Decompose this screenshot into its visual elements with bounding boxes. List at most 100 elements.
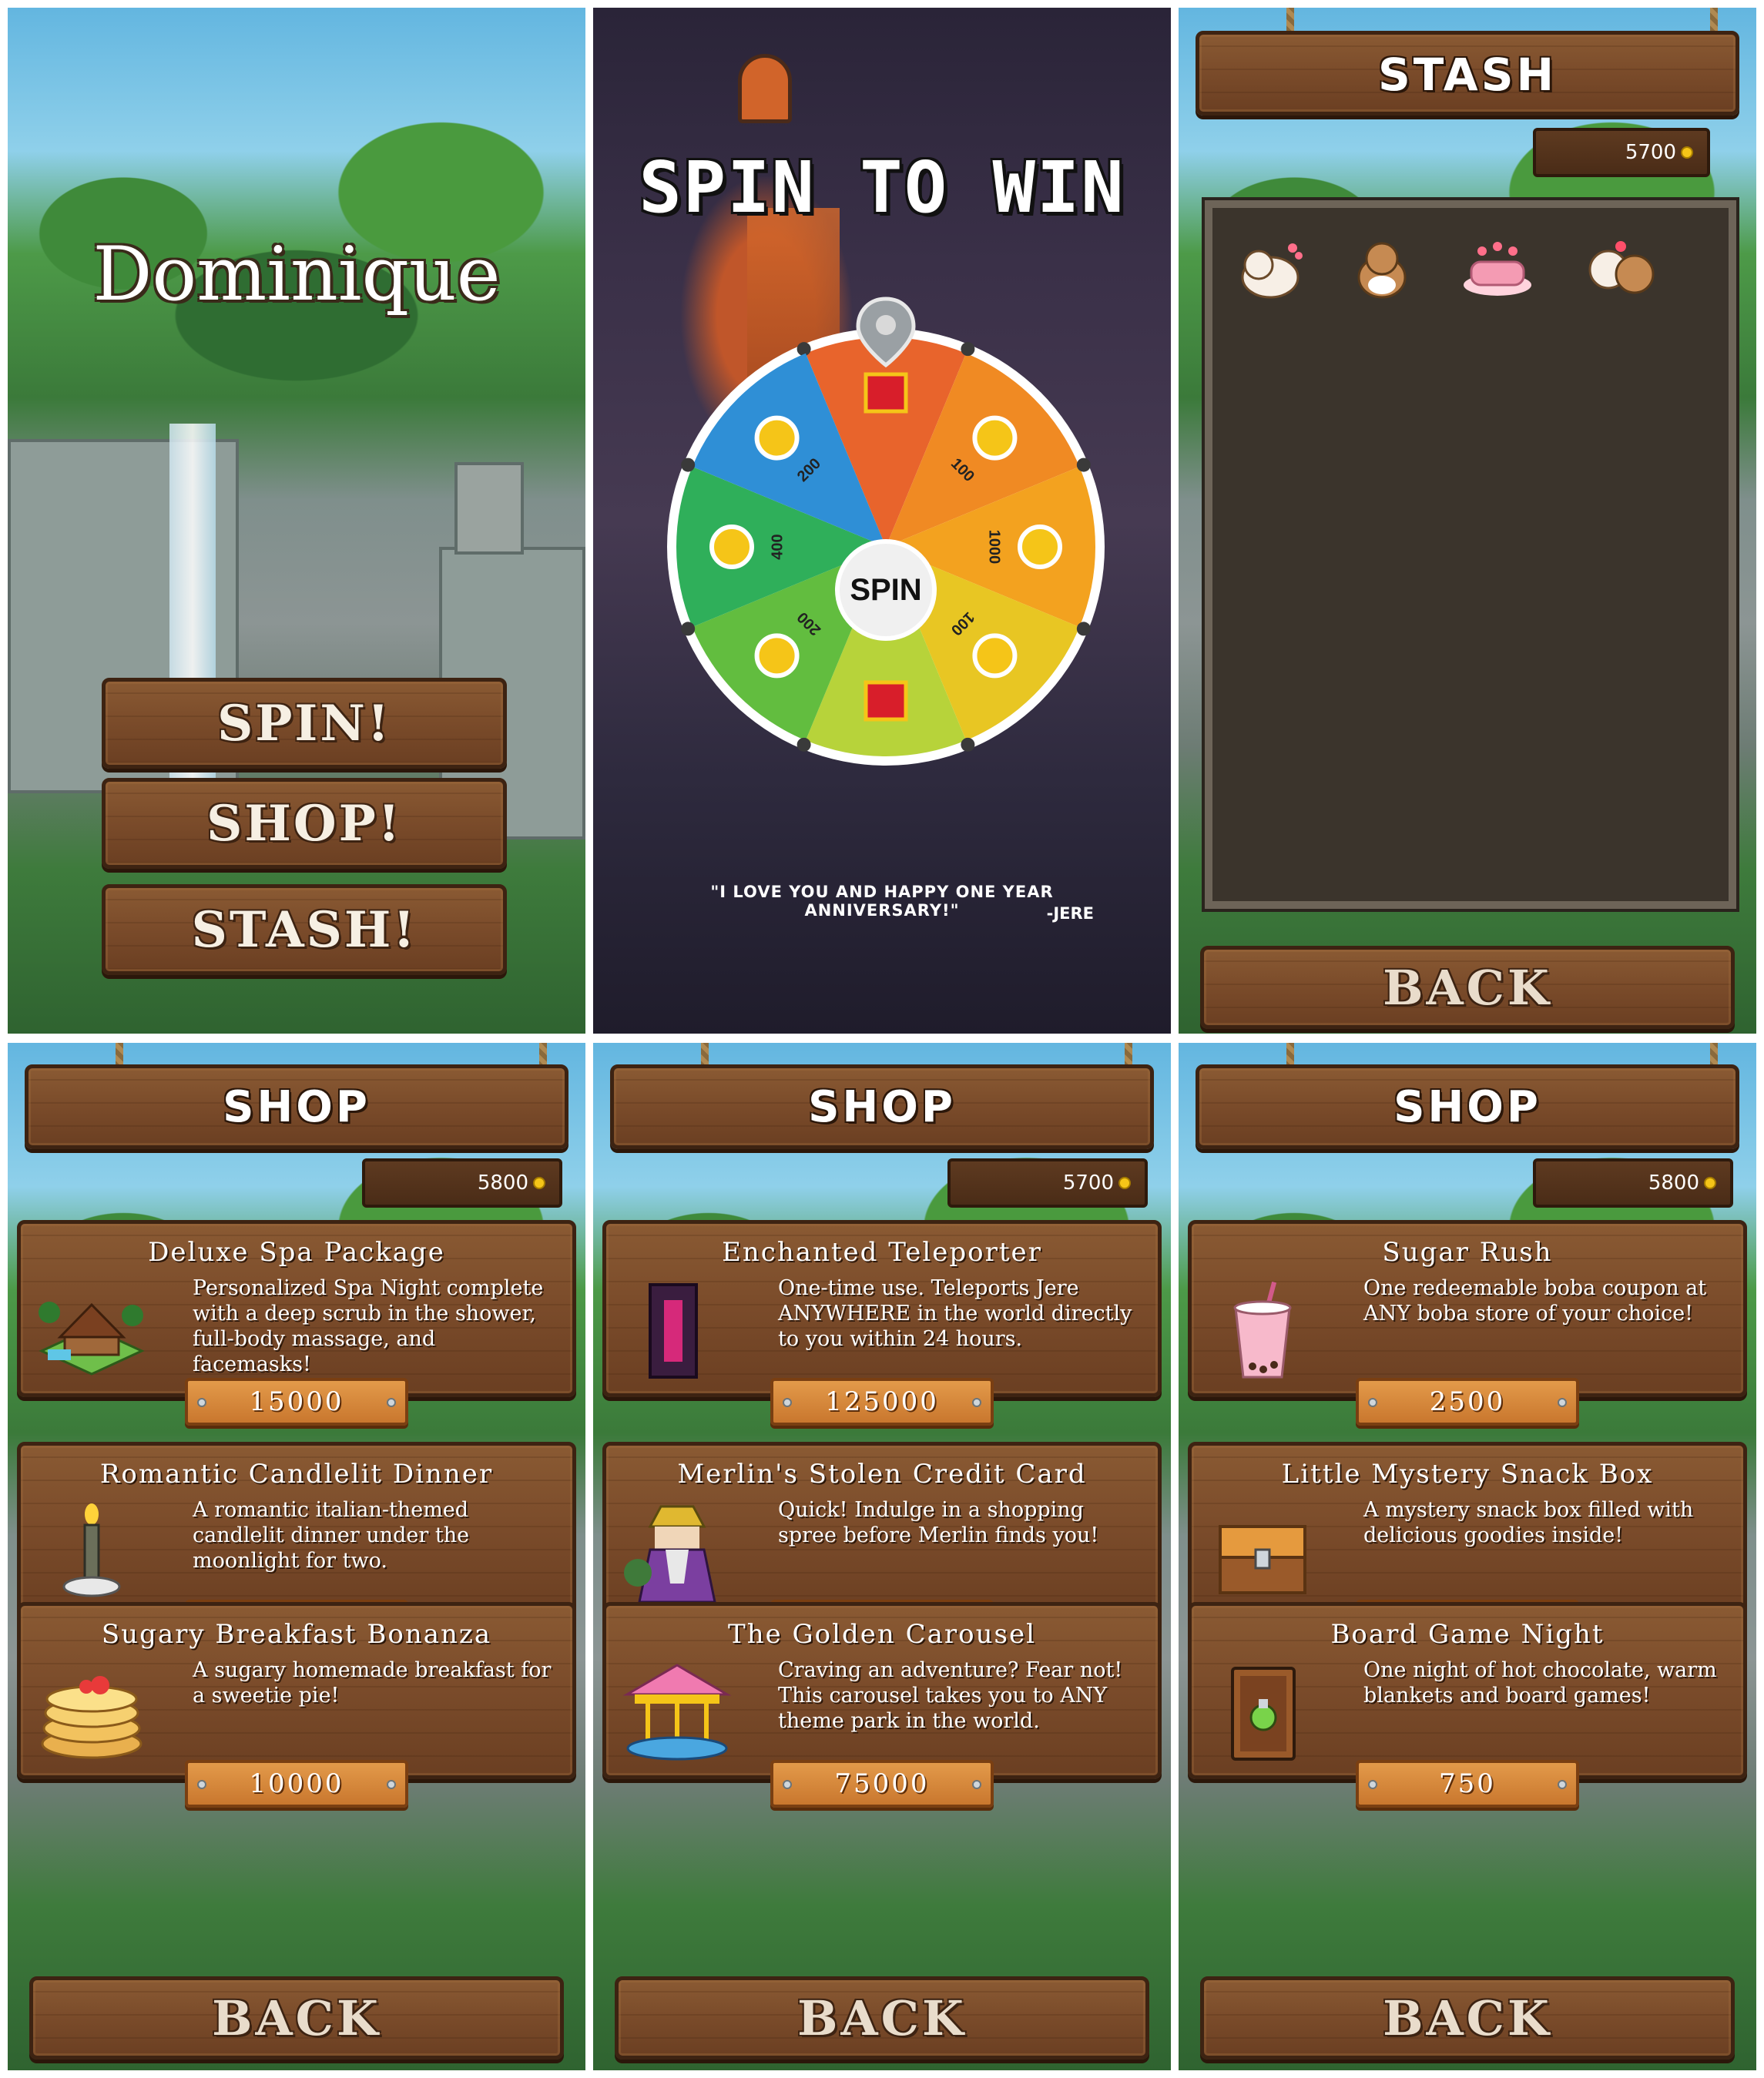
- shop-item-card: The Golden Carousel Craving an adventure?…: [602, 1602, 1162, 1810]
- stash-back-button[interactable]: BACK: [1200, 946, 1735, 1029]
- wheel-peg: [796, 737, 811, 752]
- bears-cuddle-sticker-icon[interactable]: [1351, 239, 1413, 300]
- bolt-icon: [1368, 1780, 1377, 1789]
- shop-back-label: BACK: [1383, 1989, 1552, 2046]
- coin-balance-value: 5800: [477, 1171, 528, 1195]
- gift-icon: [864, 372, 908, 414]
- shop-item-name: Board Game Night: [1330, 1619, 1605, 1650]
- wheel-peg: [961, 342, 975, 357]
- message-signature: -JERE: [1046, 904, 1094, 923]
- spa-house-icon: [34, 1282, 149, 1382]
- shop-item-price: 125000: [825, 1386, 939, 1417]
- shop-title: SHOP: [808, 1082, 956, 1132]
- boba-icon: [1205, 1282, 1320, 1382]
- coin-balance-value: 5700: [1625, 141, 1676, 164]
- potion-card-icon: [1205, 1664, 1320, 1764]
- coin-icon: [754, 415, 800, 461]
- spin-title: SPIN TO WIN: [639, 146, 1125, 229]
- shop-item-name: Enchanted Teleporter: [722, 1237, 1042, 1268]
- bolt-icon: [197, 1398, 206, 1407]
- coin-icon: [1118, 1177, 1131, 1189]
- bolt-icon: [197, 1780, 206, 1789]
- shop-item-card: Board Game Night One night of hot chocola…: [1188, 1602, 1747, 1810]
- wheel-segment-label: 400: [769, 534, 786, 559]
- game-title: Dominique: [92, 231, 501, 317]
- shop-item-name: Sugar Rush: [1382, 1237, 1553, 1268]
- shop-screen-1: SHOP 5800 Deluxe Spa Package Personalized S…: [8, 1043, 585, 2070]
- shop-item-description: One night of hot chocolate, warm blanket…: [1363, 1658, 1717, 1708]
- bear-hug-sticker-icon[interactable]: [1236, 239, 1305, 300]
- coin-balance: 5700: [947, 1158, 1148, 1208]
- coin-balance-value: 5800: [1648, 1171, 1699, 1195]
- shop-item-description: Craving an adventure? Fear not! This car…: [778, 1658, 1123, 1733]
- bolt-icon: [1558, 1780, 1567, 1789]
- coin-icon: [533, 1177, 545, 1189]
- shop-item-description: A romantic italian-themed candlelit dinn…: [193, 1498, 470, 1573]
- buy-price-button[interactable]: 15000: [185, 1378, 408, 1426]
- buy-price-button[interactable]: 75000: [770, 1760, 994, 1808]
- shop-item-description: Personalized Spa Night complete with a d…: [193, 1276, 544, 1376]
- spin-menu-label: SPIN!: [217, 694, 391, 752]
- shop-item-name: Merlin's Stolen Credit Card: [677, 1459, 1087, 1490]
- bears-kiss-sticker-icon[interactable]: [1582, 239, 1659, 300]
- shop-back-button[interactable]: BACK: [615, 1976, 1149, 2060]
- wheel-peg: [681, 457, 696, 472]
- shop-title: SHOP: [1393, 1082, 1541, 1132]
- shop-back-button[interactable]: BACK: [1200, 1976, 1735, 2060]
- shop-menu-label: SHOP!: [206, 794, 402, 853]
- shop-item-description: A sugary homemade breakfast for a sweeti…: [193, 1658, 552, 1708]
- shop-item-name: Romantic Candlelit Dinner: [99, 1459, 494, 1490]
- shop-item-name: Deluxe Spa Package: [148, 1237, 445, 1268]
- carousel-icon: [619, 1664, 735, 1764]
- shop-screen-3: SHOP 5800 Sugar Rush One redeemable boba co…: [1179, 1043, 1756, 2070]
- chest-icon: [1205, 1503, 1320, 1604]
- shop-item-price: 10000: [249, 1768, 344, 1799]
- window-icon: [738, 54, 792, 123]
- gift-icon: [864, 680, 908, 722]
- spin-button[interactable]: SPIN: [835, 539, 937, 641]
- shop-menu-button[interactable]: SHOP!: [102, 778, 507, 869]
- bolt-icon: [1558, 1398, 1567, 1407]
- coin-balance: 5700: [1533, 128, 1710, 177]
- stash-inventory-panel: [1202, 197, 1739, 912]
- stash-menu-label: STASH!: [191, 900, 418, 959]
- coin-icon: [1704, 1177, 1716, 1189]
- wizard-icon: [619, 1503, 735, 1604]
- shop-item-price: 15000: [249, 1386, 344, 1417]
- bolt-icon: [783, 1780, 792, 1789]
- bolt-icon: [972, 1780, 981, 1789]
- stash-header-sign: STASH: [1196, 31, 1739, 116]
- candle-icon: [34, 1503, 149, 1604]
- shop-item-card: Enchanted Teleporter One-time use. Telepo…: [602, 1220, 1162, 1428]
- coin-icon: [972, 415, 1018, 461]
- shop-item-card: Deluxe Spa Package Personalized Spa Night…: [17, 1220, 576, 1428]
- coin-balance: 5800: [1533, 1158, 1733, 1208]
- wheel-peg: [961, 737, 975, 752]
- spin-menu-button[interactable]: SPIN!: [102, 678, 507, 769]
- buy-price-button[interactable]: 2500: [1356, 1378, 1579, 1426]
- coin-balance: 5800: [362, 1158, 562, 1208]
- shop-item-price: 75000: [834, 1768, 930, 1799]
- stone-statue-icon: [454, 462, 524, 555]
- stash-back-label: BACK: [1383, 959, 1552, 1016]
- coin-icon: [709, 525, 754, 569]
- cake-sticker-icon[interactable]: [1459, 239, 1536, 300]
- buy-price-button[interactable]: 750: [1356, 1760, 1579, 1808]
- stash-menu-button[interactable]: STASH!: [102, 884, 507, 975]
- shop-back-button[interactable]: BACK: [29, 1976, 564, 2060]
- shop-item-description: One redeemable boba coupon at ANY boba s…: [1363, 1276, 1707, 1326]
- pancakes-icon: [34, 1664, 149, 1764]
- shop-item-card: Sugar Rush One redeemable boba coupon at …: [1188, 1220, 1747, 1428]
- shop-item-price: 750: [1439, 1768, 1496, 1799]
- buy-price-button[interactable]: 10000: [185, 1760, 408, 1808]
- shop-back-label: BACK: [212, 1989, 381, 2046]
- coin-icon: [972, 633, 1018, 679]
- stash-title: STASH: [1377, 49, 1558, 101]
- shop-screen-2: SHOP 5700 Enchanted Teleporter One-time use…: [593, 1043, 1171, 2070]
- bolt-icon: [783, 1398, 792, 1407]
- buy-price-button[interactable]: 125000: [770, 1378, 994, 1426]
- shop-item-card: Sugary Breakfast Bonanza A sugary homemad…: [17, 1602, 576, 1810]
- bolt-icon: [387, 1398, 396, 1407]
- shop-item-price: 2500: [1429, 1386, 1506, 1417]
- shop-item-name: The Golden Carousel: [728, 1619, 1036, 1650]
